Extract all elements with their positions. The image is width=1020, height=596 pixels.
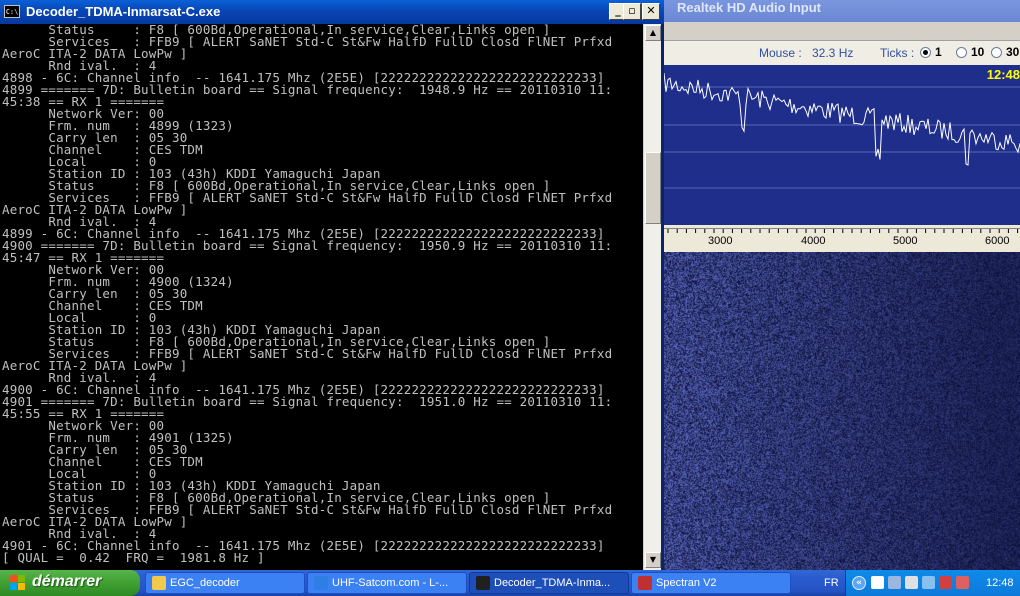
spectran-title-bar[interactable]: Realtek HD Audio Input [664, 0, 1020, 22]
maximize-button[interactable]: ▫ [623, 3, 641, 20]
network-icon[interactable] [888, 576, 901, 589]
spectran-toolbar [664, 22, 1020, 41]
scroll-down-icon[interactable]: ▼ [645, 552, 661, 568]
security-shield-icon[interactable] [956, 576, 969, 589]
mouse-frequency-value: 32.3 Hz [812, 46, 854, 60]
console-text: Status : F8 [ 600Bd,Operational,In servi… [0, 24, 643, 564]
language-indicator[interactable]: FR [824, 577, 839, 589]
spectrum-app-icon [638, 576, 652, 590]
freq-tick-6000: 6000 [985, 235, 1010, 247]
ticks-radio-30[interactable] [991, 47, 1002, 58]
taskbar-clock: 12:48 [986, 577, 1014, 589]
system-tray: FR « 12:48 [824, 570, 1020, 596]
console-line: [ QUAL = 0.42 FRQ = 1981.8 Hz ] [2, 550, 265, 565]
task-label: EGC_decoder [170, 577, 240, 589]
ticks-option-10: 10 [971, 45, 985, 59]
console-window[interactable]: C:\ Decoder_TDMA-Inmarsat-C.exe _ ▫ ✕ St… [0, 0, 664, 570]
tray-app-icon[interactable] [871, 576, 884, 589]
scrollbar-thumb[interactable] [645, 152, 661, 224]
waterfall-display[interactable] [664, 252, 1020, 570]
freq-tick-4000: 4000 [801, 235, 826, 247]
volume-icon[interactable] [905, 576, 918, 589]
ticks-option-30: 30 [1006, 45, 1020, 59]
spectrum-trace [664, 72, 1020, 189]
ticks-radio-10[interactable] [956, 47, 967, 58]
windows-logo-icon [10, 575, 26, 591]
console-app-icon: C:\ [4, 5, 20, 18]
task-label: Decoder_TDMA-Inma... [494, 577, 611, 589]
console-output: Status : F8 [ 600Bd,Operational,In servi… [0, 24, 643, 570]
freq-tick-3000: 3000 [708, 235, 733, 247]
task-spectran[interactable]: Spectran V2 [631, 572, 791, 594]
folder-icon [152, 576, 166, 590]
spectrum-plot[interactable]: 12:48 [664, 65, 1020, 225]
tray-monitor-icon[interactable] [922, 576, 935, 589]
task-decoder-tdma[interactable]: Decoder_TDMA-Inma... [469, 572, 629, 594]
spectrum-clock: 12:48 [986, 67, 1020, 82]
console-title-bar[interactable]: C:\ Decoder_TDMA-Inmarsat-C.exe _ ▫ ✕ [0, 0, 664, 24]
console-scrollbar[interactable]: ▲ ▼ [643, 24, 662, 570]
console-window-title: Decoder_TDMA-Inmarsat-C.exe [26, 4, 221, 19]
task-egc-decoder[interactable]: EGC_decoder [145, 572, 305, 594]
start-button[interactable]: démarrer [0, 570, 140, 596]
ticks-radio-1[interactable] [920, 47, 931, 58]
mouse-label: Mouse : [759, 46, 802, 60]
browser-icon [314, 576, 328, 590]
close-button[interactable]: ✕ [642, 3, 660, 20]
spectran-window[interactable]: Realtek HD Audio Input Mouse : 32.3 Hz T… [664, 0, 1020, 570]
start-label: démarrer [32, 573, 102, 590]
ticks-label: Ticks : [880, 46, 915, 60]
taskbar: démarrer EGC_decoder UHF-Satcom.com - L-… [0, 570, 1020, 596]
frequency-axis: 3000 4000 5000 6000 [664, 228, 1020, 253]
freq-tick-5000: 5000 [893, 235, 918, 247]
ticks-option-1: 1 [935, 45, 942, 59]
spectran-window-title: Realtek HD Audio Input [677, 0, 821, 15]
waterfall-canvas [664, 252, 1020, 570]
task-label: Spectran V2 [656, 577, 717, 589]
task-label: UHF-Satcom.com - L-... [332, 577, 449, 589]
console-icon [476, 576, 490, 590]
tray-alert-icon[interactable] [939, 576, 952, 589]
spectran-status-row: Mouse : 32.3 Hz Ticks : 1 10 30 [664, 41, 1020, 65]
show-hidden-icons-icon[interactable]: « [852, 576, 866, 590]
task-uhf-satcom[interactable]: UHF-Satcom.com - L-... [307, 572, 467, 594]
scroll-up-icon[interactable]: ▲ [645, 25, 661, 41]
